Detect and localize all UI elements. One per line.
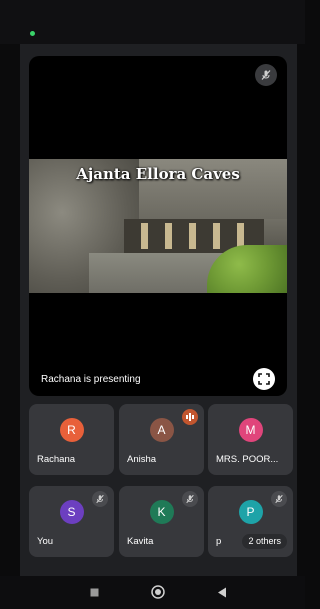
participant-name: MRS. POOR... bbox=[216, 454, 279, 465]
participant-tile-you[interactable]: S You bbox=[29, 486, 114, 557]
avatar: A bbox=[149, 418, 174, 442]
android-nav-bar bbox=[0, 576, 305, 609]
slide-title: Ajanta Ellora Caves bbox=[76, 165, 240, 183]
avatar: K bbox=[149, 500, 174, 524]
participant-tile-anisha[interactable]: A Anisha bbox=[119, 404, 204, 475]
status-bar bbox=[0, 0, 305, 44]
participant-tile-others[interactable]: P p 2 others bbox=[208, 486, 293, 557]
status-dot bbox=[30, 31, 35, 36]
avatar: P bbox=[238, 500, 263, 524]
mic-off-icon bbox=[182, 491, 198, 507]
participant-tile-mrs-poor[interactable]: M MRS. POOR... bbox=[208, 404, 293, 475]
participant-name: Anisha bbox=[127, 454, 157, 465]
avatar: R bbox=[59, 418, 84, 442]
meeting-screen: Ajanta Ellora Caves Rachana is presentin… bbox=[20, 44, 297, 576]
mic-off-icon bbox=[255, 64, 277, 86]
mic-off-icon bbox=[271, 491, 287, 507]
presentation-slide: Ajanta Ellora Caves bbox=[29, 159, 287, 293]
participant-name: Kavita bbox=[127, 536, 154, 547]
presenting-label: Rachana is presenting bbox=[41, 374, 141, 385]
others-count-badge[interactable]: 2 others bbox=[242, 534, 287, 549]
participant-tile-kavita[interactable]: K Kavita bbox=[119, 486, 204, 557]
mic-off-icon bbox=[92, 491, 108, 507]
speaking-icon bbox=[182, 409, 198, 425]
avatar: S bbox=[59, 500, 84, 524]
participant-name: Rachana bbox=[37, 454, 76, 465]
participant-tile-rachana[interactable]: R Rachana bbox=[29, 404, 114, 475]
nav-square-icon[interactable] bbox=[86, 584, 102, 600]
participant-name: p bbox=[216, 536, 222, 547]
avatar: M bbox=[238, 418, 263, 442]
nav-back-icon[interactable] bbox=[214, 584, 230, 600]
fullscreen-icon[interactable] bbox=[253, 368, 275, 390]
presentation-stage[interactable]: Ajanta Ellora Caves Rachana is presentin… bbox=[29, 56, 287, 396]
nav-home-icon[interactable] bbox=[150, 584, 166, 600]
participant-name: You bbox=[37, 536, 54, 547]
